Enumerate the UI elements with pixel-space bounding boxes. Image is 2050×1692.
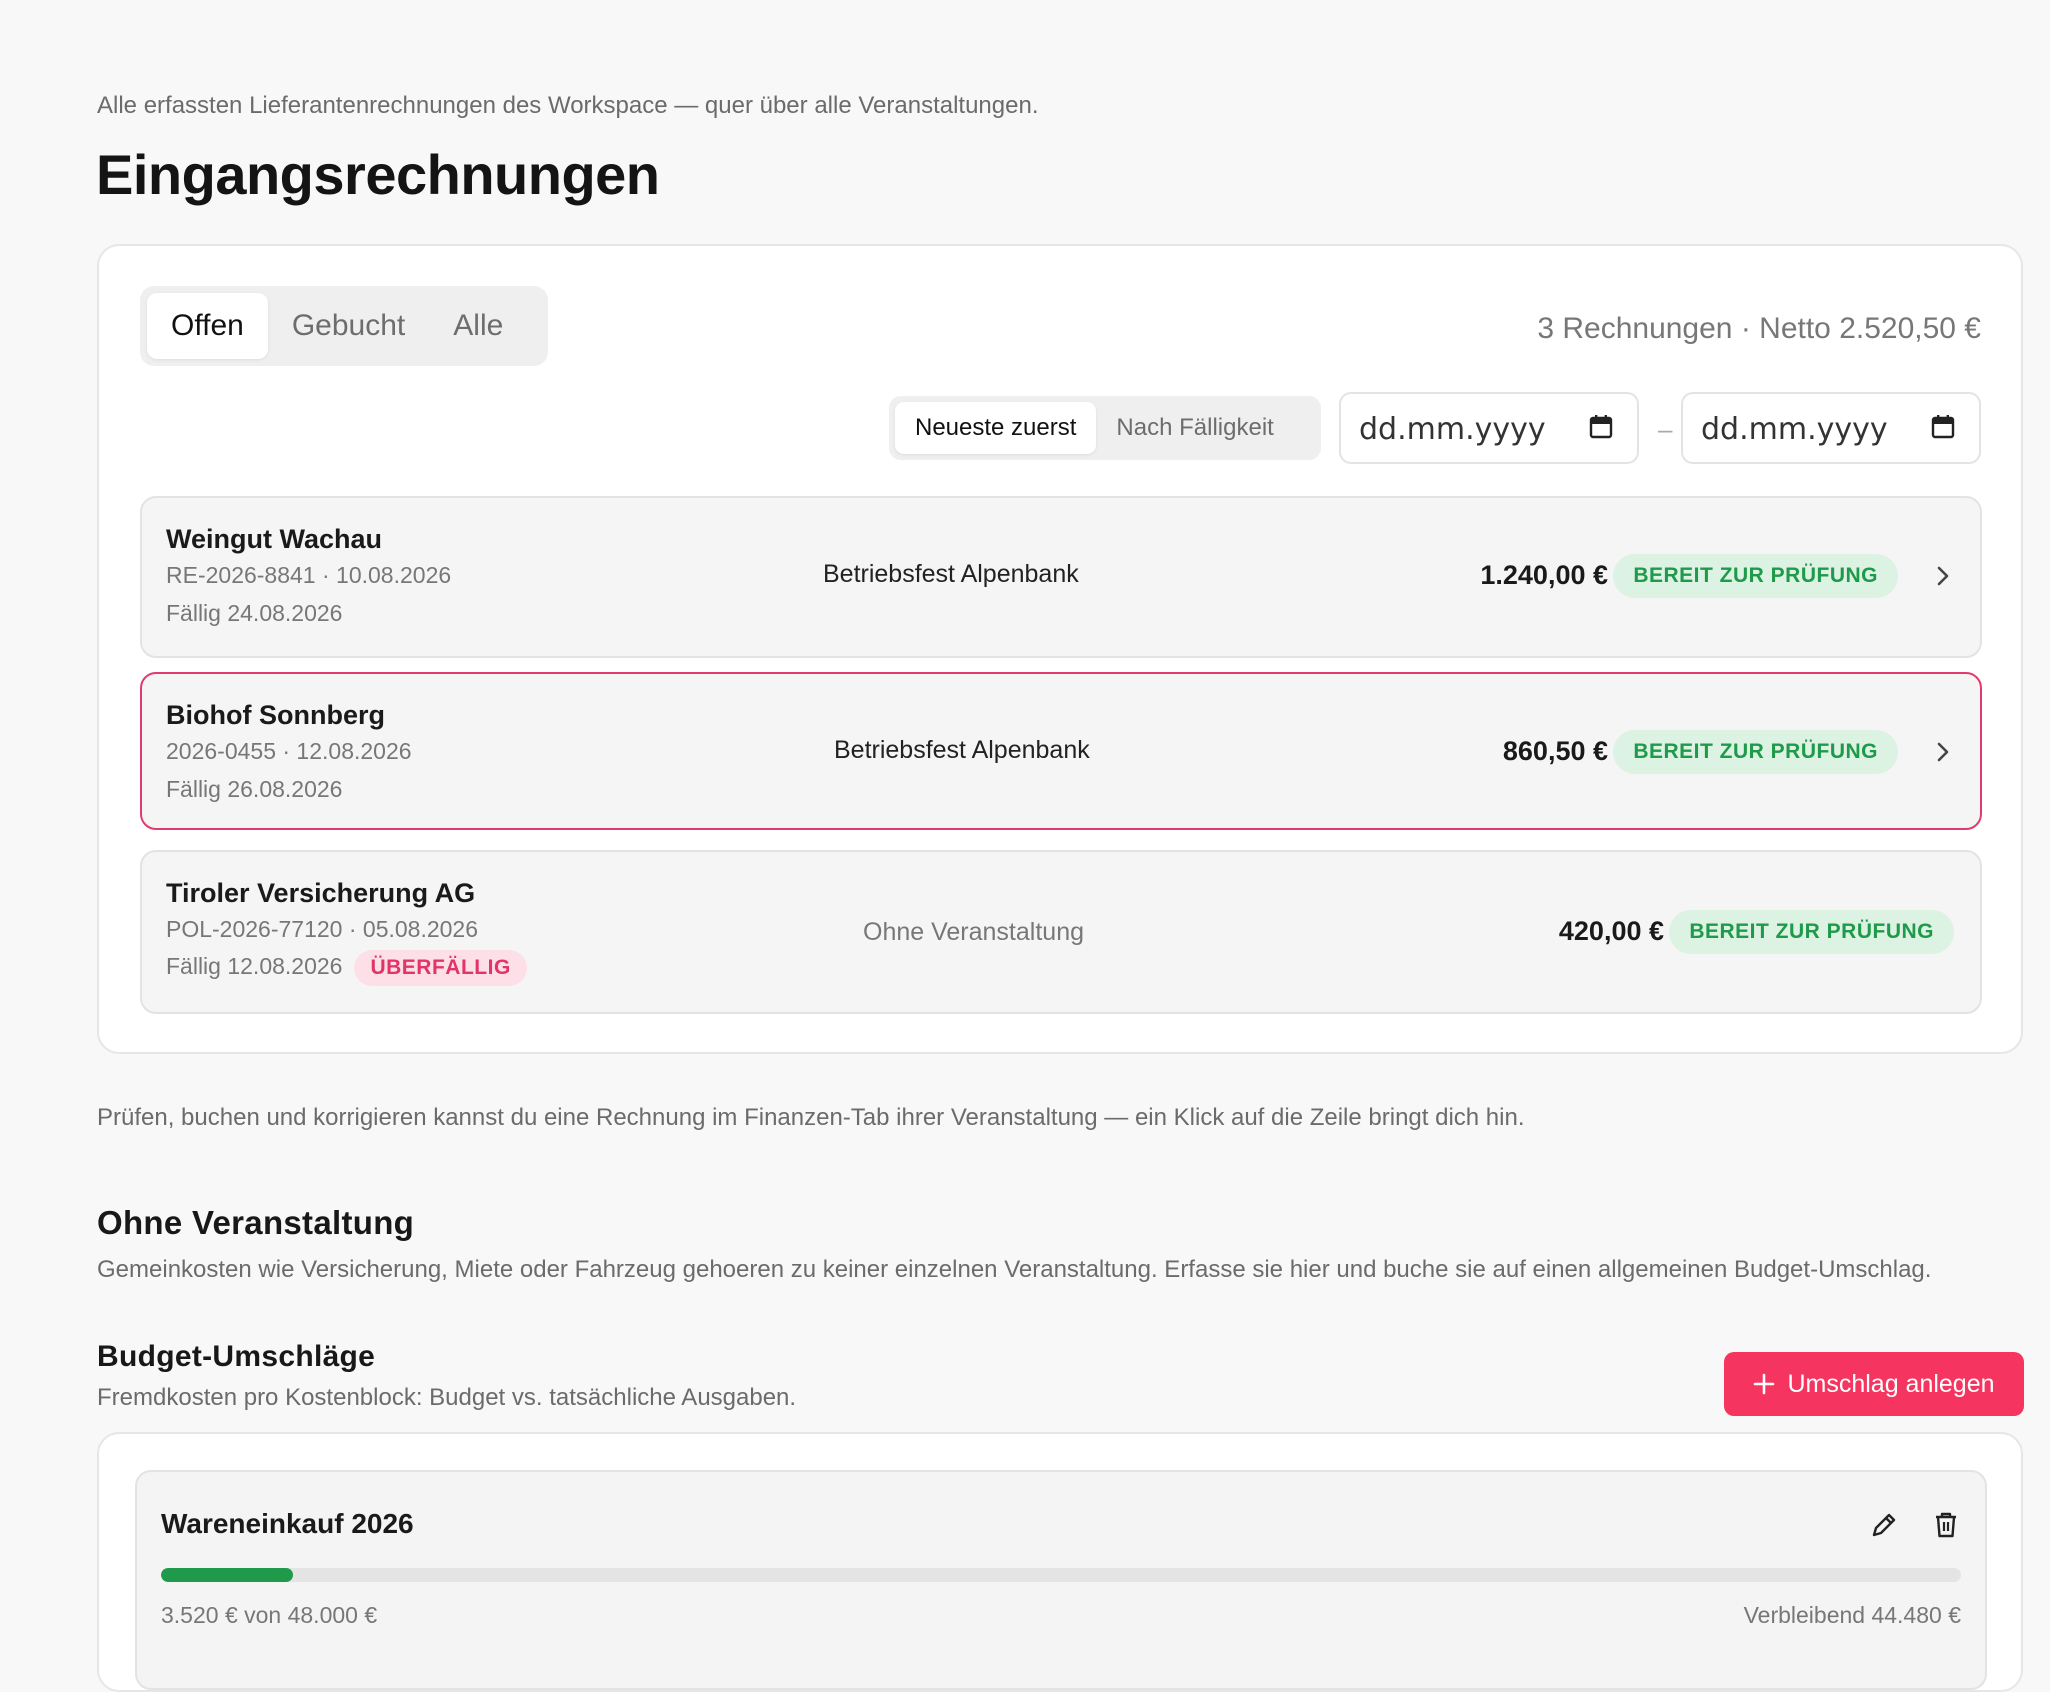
page-title: Eingangsrechnungen [96, 143, 660, 206]
trash-icon[interactable] [1929, 1508, 1963, 1542]
budget-spent: 3.520 € von 48.000 € [161, 1602, 378, 1628]
section-description-no-event: Gemeinkosten wie Versicherung, Miete ode… [97, 1256, 1932, 1283]
vendor-name: Biohof Sonnberg [166, 700, 385, 730]
edit-icon[interactable] [1867, 1508, 1901, 1542]
invoice-amount: 1.240,00 € [1480, 560, 1608, 590]
overdue-badge: ÜBERFÄLLIG [354, 950, 527, 986]
date-range-separator: – [1658, 414, 1673, 444]
section-title-no-event: Ohne Veranstaltung [97, 1204, 415, 1241]
due-date: Fällig 26.08.2026 [166, 776, 343, 802]
chevron-right-icon [1937, 742, 1949, 762]
budget-card: Wareneinkauf 2026 3.520 € von 48.000 € V… [97, 1432, 2023, 1692]
page-subtitle: Alle erfassten Lieferantenrechnungen des… [97, 92, 1039, 119]
envelope-name: Wareneinkauf 2026 [161, 1508, 414, 1539]
budget-progress-bar [161, 1568, 1961, 1582]
event-name: Betriebsfest Alpenbank [834, 736, 1090, 764]
tab-gebucht[interactable]: Gebucht [268, 293, 429, 359]
vendor-name: Weingut Wachau [166, 524, 382, 554]
budget-remaining: Verbleibend 44.480 € [1743, 1602, 1961, 1628]
invoice-meta: POL-2026-77120 · 05.08.2026 [166, 916, 479, 942]
plus-icon [1754, 1373, 1775, 1395]
invoice-row[interactable]: Weingut Wachau RE-2026-8841 · 10.08.2026… [140, 496, 1982, 658]
status-badge: BEREIT ZUR PRÜFUNG [1613, 730, 1898, 774]
sort-toggle: Neueste zuerst Nach Fälligkeit [889, 396, 1321, 460]
tab-alle[interactable]: Alle [429, 293, 527, 359]
add-envelope-label: Umschlag anlegen [1787, 1369, 1995, 1398]
date-from-input[interactable]: dd.mm.yyyy [1339, 392, 1639, 464]
sort-due-button[interactable]: Nach Fälligkeit [1096, 402, 1293, 454]
invoice-amount: 860,50 € [1502, 736, 1608, 766]
invoices-card: Offen Gebucht Alle 3 Rechnungen · Netto … [97, 244, 2023, 1054]
invoice-meta: RE-2026-8841 · 10.08.2026 [166, 562, 452, 588]
status-badge: BEREIT ZUR PRÜFUNG [1669, 910, 1954, 954]
date-from-placeholder: dd.mm.yyyy [1359, 412, 1546, 447]
status-tabs: Offen Gebucht Alle [140, 286, 548, 366]
due-date-line: Fällig 12.08.2026 ÜBERFÄLLIG [166, 950, 527, 986]
event-name: Betriebsfest Alpenbank [823, 560, 1079, 588]
calendar-icon[interactable] [1931, 414, 1955, 440]
calendar-icon[interactable] [1589, 414, 1613, 440]
help-hint: Prüfen, buchen und korrigieren kannst du… [97, 1104, 1525, 1131]
budget-progress-fill [161, 1568, 293, 1582]
due-date: Fällig 24.08.2026 [166, 600, 343, 626]
sort-newest-button[interactable]: Neueste zuerst [895, 402, 1097, 454]
event-name: Ohne Veranstaltung [863, 918, 1084, 946]
invoice-row[interactable]: Tiroler Versicherung AG POL-2026-77120 ·… [140, 850, 1982, 1014]
invoice-row[interactable]: Biohof Sonnberg 2026-0455 · 12.08.2026 F… [140, 672, 1982, 830]
section-description-budgets: Fremdkosten pro Kostenblock: Budget vs. … [97, 1384, 797, 1411]
date-to-input[interactable]: dd.mm.yyyy [1681, 392, 1981, 464]
invoice-summary: 3 Rechnungen · Netto 2.520,50 € [1537, 312, 1981, 345]
vendor-name: Tiroler Versicherung AG [166, 878, 476, 908]
tab-offen[interactable]: Offen [147, 293, 268, 359]
status-badge: BEREIT ZUR PRÜFUNG [1613, 554, 1898, 598]
invoice-amount: 420,00 € [1558, 916, 1664, 946]
due-date: Fällig 12.08.2026 [166, 953, 343, 979]
invoice-meta: 2026-0455 · 12.08.2026 [166, 738, 412, 764]
section-title-budgets: Budget-Umschläge [97, 1340, 376, 1373]
chevron-right-icon [1937, 566, 1949, 586]
date-to-placeholder: dd.mm.yyyy [1701, 412, 1888, 447]
budget-envelope: Wareneinkauf 2026 3.520 € von 48.000 € V… [135, 1470, 1987, 1690]
add-envelope-button[interactable]: Umschlag anlegen [1724, 1352, 2024, 1416]
